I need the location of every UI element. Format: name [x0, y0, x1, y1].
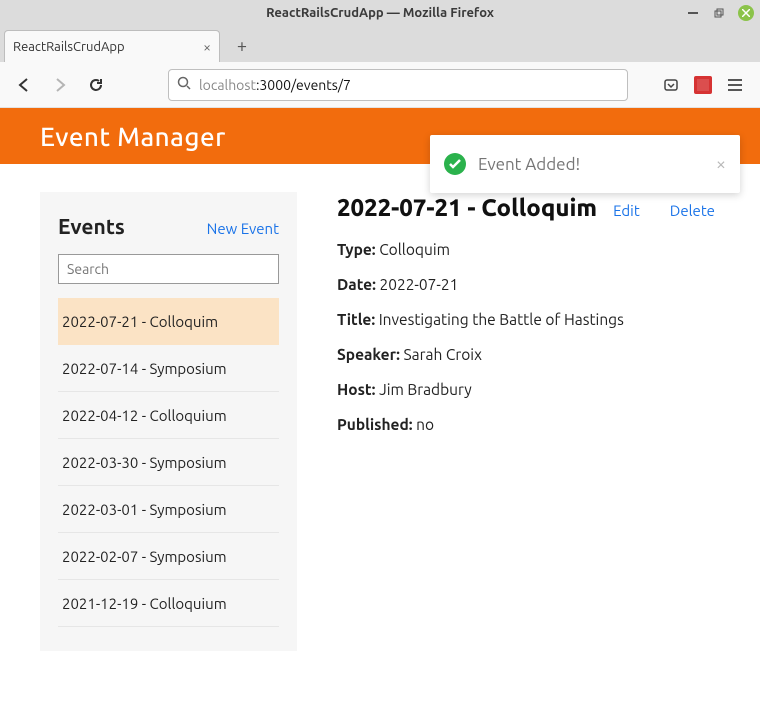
event-list: 2022-07-21 - Colloquim 2022-07-14 - Symp…: [58, 298, 279, 627]
tab-title: ReactRailsCrudApp: [13, 40, 125, 54]
event-list-item[interactable]: 2021-12-19 - Colloquium: [58, 580, 279, 627]
search-input[interactable]: Search: [58, 254, 279, 284]
field-title: Title: Investigating the Battle of Hasti…: [337, 311, 740, 328]
success-icon: [444, 153, 466, 175]
field-type: Type: Colloquim: [337, 241, 740, 258]
minimize-button[interactable]: [686, 6, 700, 20]
sidebar: Events New Event Search 2022-07-21 - Col…: [40, 192, 297, 651]
event-list-item[interactable]: 2022-04-12 - Colloquium: [58, 392, 279, 439]
extension-icon[interactable]: [694, 76, 712, 94]
tab-strip: ReactRailsCrudApp × +: [0, 26, 760, 62]
close-window-button[interactable]: [738, 5, 754, 21]
field-speaker: Speaker: Sarah Croix: [337, 346, 740, 363]
new-tab-button[interactable]: +: [228, 32, 256, 60]
toast-close-icon[interactable]: ×: [716, 154, 726, 174]
field-date: Date: 2022-07-21: [337, 276, 740, 293]
field-published: Published: no: [337, 416, 740, 433]
close-tab-icon[interactable]: ×: [203, 39, 211, 55]
new-event-link[interactable]: New Event: [207, 220, 279, 237]
event-list-item[interactable]: 2022-02-07 - Symposium: [58, 533, 279, 580]
browser-tab[interactable]: ReactRailsCrudApp ×: [4, 30, 220, 62]
event-list-item[interactable]: 2022-07-21 - Colloquim: [58, 298, 279, 345]
field-host: Host: Jim Bradbury: [337, 381, 740, 398]
edit-link[interactable]: Edit: [613, 202, 640, 219]
search-icon: [177, 76, 191, 93]
reload-button[interactable]: [82, 71, 110, 99]
event-list-item[interactable]: 2022-03-30 - Symposium: [58, 439, 279, 486]
toast: Event Added! ×: [430, 135, 740, 193]
menu-icon[interactable]: [726, 76, 744, 94]
url-text: localhost:3000/events/7: [199, 77, 351, 93]
window-title: ReactRailsCrudApp — Mozilla Firefox: [0, 6, 760, 20]
toast-message: Event Added!: [478, 155, 580, 174]
back-button[interactable]: [10, 71, 38, 99]
browser-toolbar: localhost:3000/events/7: [0, 62, 760, 108]
main-content: Events New Event Search 2022-07-21 - Col…: [0, 164, 760, 651]
delete-link[interactable]: Delete: [670, 202, 715, 219]
event-list-item[interactable]: 2022-03-01 - Symposium: [58, 486, 279, 533]
detail-heading: 2022-07-21 - Colloquim: [337, 194, 597, 221]
forward-button[interactable]: [46, 71, 74, 99]
toolbar-right: [662, 76, 750, 94]
os-titlebar: ReactRailsCrudApp — Mozilla Firefox: [0, 0, 760, 26]
url-bar[interactable]: localhost:3000/events/7: [168, 69, 628, 101]
app-title: Event Manager: [40, 122, 226, 151]
maximize-button[interactable]: [712, 6, 726, 20]
window-controls: [686, 5, 754, 21]
pocket-icon[interactable]: [662, 76, 680, 94]
event-detail: 2022-07-21 - Colloquim Edit Delete Type:…: [337, 192, 740, 651]
event-list-item[interactable]: 2022-07-14 - Symposium: [58, 345, 279, 392]
sidebar-heading: Events: [58, 214, 125, 238]
